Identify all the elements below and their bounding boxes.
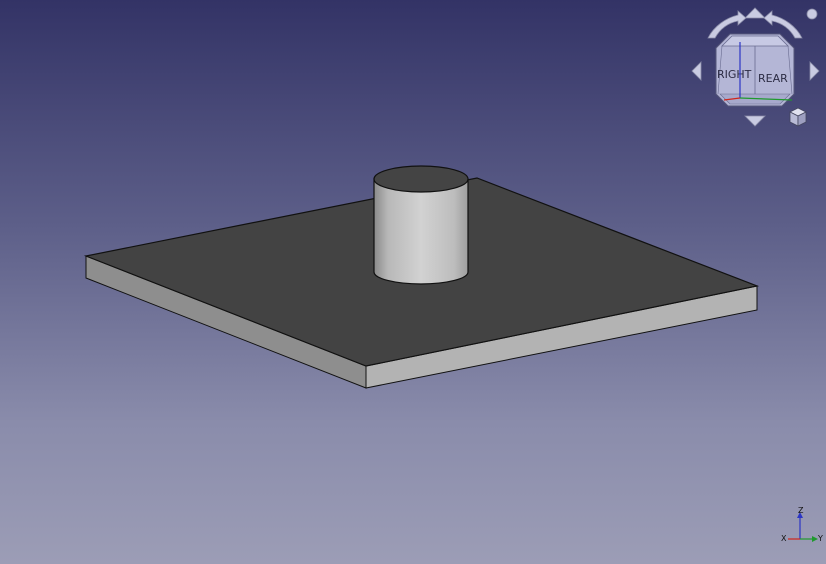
axis-cross-indicator: Z Y X <box>781 506 823 543</box>
x-axis-label: X <box>781 534 787 543</box>
navcube-top-face[interactable] <box>721 35 789 47</box>
cylinder-side-face <box>373 178 469 285</box>
navcube-face-right-label[interactable]: RIGHT <box>717 68 752 81</box>
rotate-down-arrow-icon[interactable] <box>744 115 766 127</box>
view-menu-icon[interactable] <box>806 8 818 20</box>
navcube-face-rear-label[interactable]: REAR <box>758 72 788 85</box>
cylinder-top-face <box>373 165 469 193</box>
navigation-cube[interactable]: RIGHT REAR <box>684 2 826 134</box>
rotate-right-arrow-icon[interactable] <box>809 61 820 81</box>
rotate-up-arrow-icon[interactable] <box>744 7 766 19</box>
3d-viewport[interactable]: RIGHT REAR Z Y X <box>0 0 826 564</box>
z-axis-label: Z <box>798 506 804 515</box>
small-cube-icon[interactable] <box>789 107 807 127</box>
rotate-left-arrow-icon[interactable] <box>691 61 702 81</box>
y-axis-label: Y <box>817 534 823 543</box>
